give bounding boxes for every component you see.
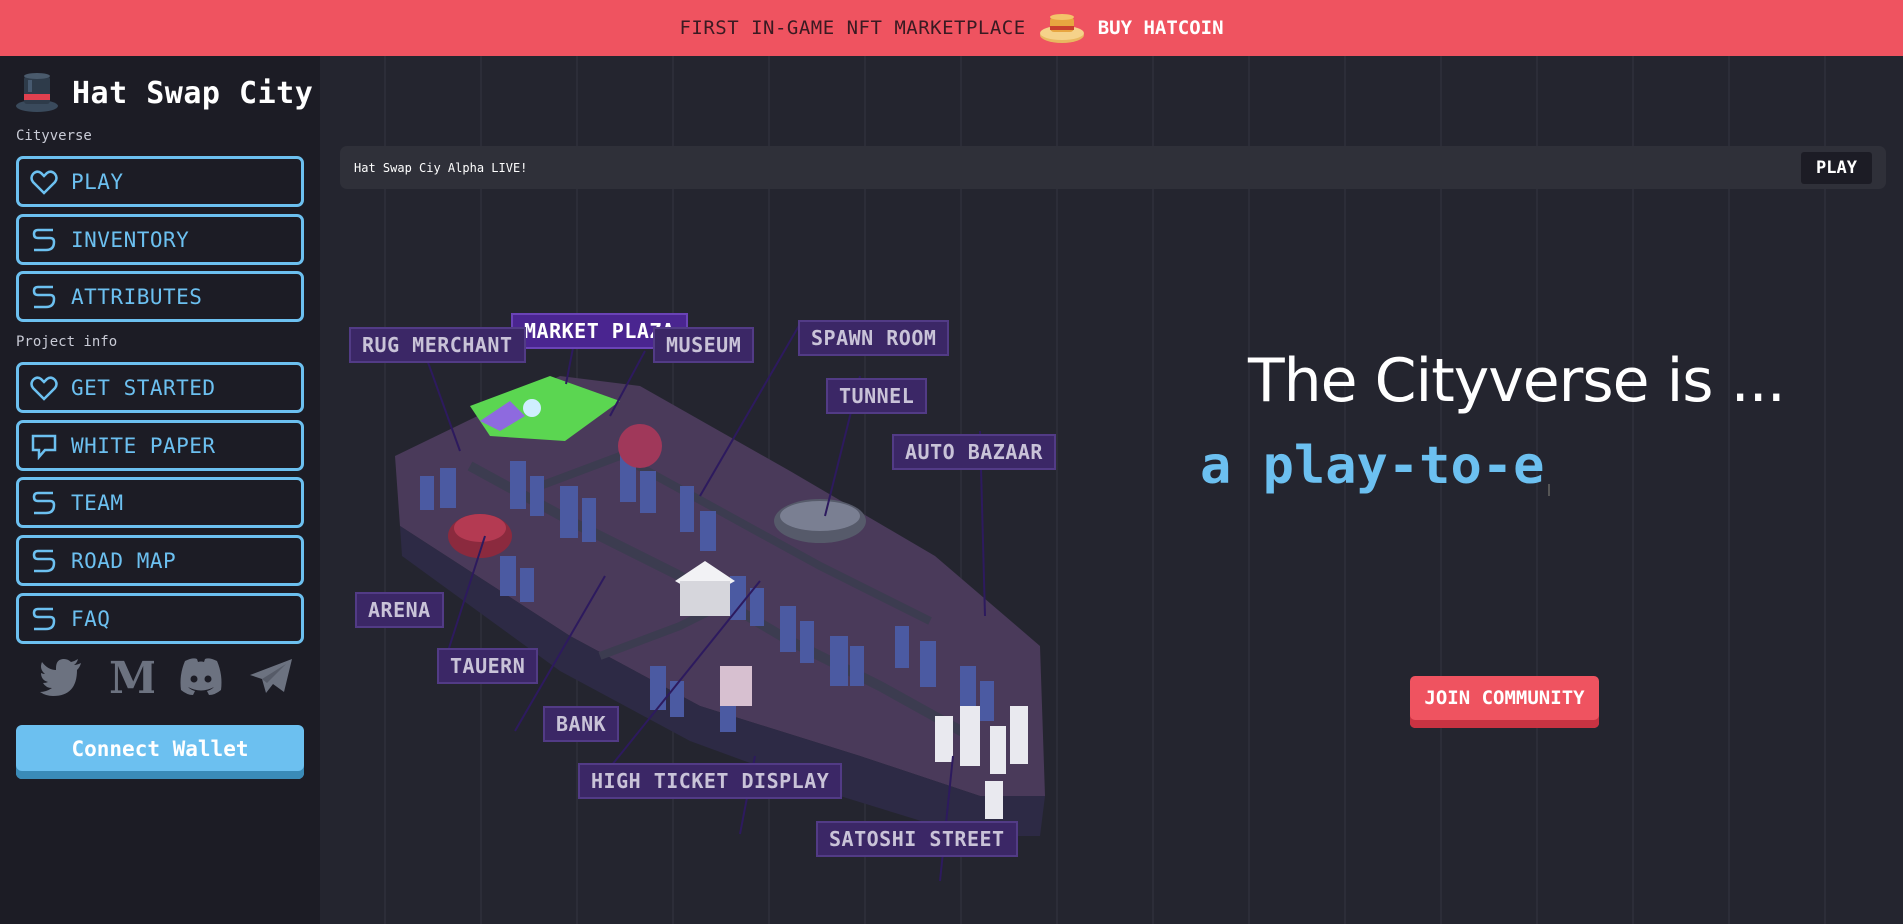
brand[interactable]: Hat Swap City	[14, 68, 313, 118]
heart-icon	[30, 375, 58, 401]
nav-label: ROAD MAP	[71, 548, 177, 573]
hat-coin-icon	[1038, 11, 1086, 45]
map-label-high-ticket-display[interactable]: HIGH TICKET DISPLAY	[578, 763, 843, 799]
chat-bubble-icon	[31, 434, 57, 460]
nav-attributes[interactable]: ATTRIBUTES	[16, 271, 304, 322]
map-label-tauern[interactable]: TAUERN	[437, 648, 539, 684]
top-hat-icon	[14, 68, 60, 118]
heart-icon	[30, 169, 58, 195]
hero-typed-value: a play-to-e	[1200, 436, 1545, 496]
svg-text:M: M	[109, 657, 154, 697]
announcement-text: Hat Swap Ciy Alpha LIVE!	[354, 160, 528, 175]
hero-title: The Cityverse is ...	[1248, 346, 1786, 416]
twitter-icon[interactable]	[38, 654, 84, 700]
nav-label: TEAM	[71, 490, 124, 515]
medium-icon[interactable]: M	[108, 654, 154, 700]
connect-wallet-button[interactable]: Connect Wallet	[16, 725, 304, 779]
discord-icon[interactable]	[178, 654, 224, 700]
nav-road-map[interactable]: ROAD MAP	[16, 535, 304, 586]
top-banner: FIRST IN-GAME NFT MARKETPLACE BUY HATCOI…	[0, 0, 1903, 56]
section-label-project-info: Project info	[16, 334, 118, 350]
swirl-icon	[32, 228, 56, 251]
hero-typed-text: a play-to-e	[1200, 436, 1551, 496]
nav-inventory[interactable]: INVENTORY	[16, 214, 304, 265]
swirl-icon	[32, 607, 56, 630]
social-links: M	[38, 654, 294, 700]
buy-hatcoin-link[interactable]: BUY HATCOIN	[1098, 17, 1224, 39]
typing-cursor	[1548, 484, 1551, 496]
nav-white-paper[interactable]: WHITE PAPER	[16, 420, 304, 471]
sidebar: Hat Swap City Cityverse PLAY INVENTORY A…	[0, 56, 320, 924]
map-label-tunnel[interactable]: TUNNEL	[826, 378, 928, 414]
nav-label: WHITE PAPER	[71, 433, 216, 458]
map-label-auto-bazaar[interactable]: AUTO BAZAAR	[892, 434, 1056, 470]
nav-label: PLAY	[71, 169, 124, 194]
nav-label: ATTRIBUTES	[71, 284, 203, 309]
city-map: MARKET PLAZA RUG MERCHANT MUSEUM SPAWN R…	[320, 236, 1120, 924]
map-label-rug-merchant[interactable]: RUG MERCHANT	[349, 327, 526, 363]
nav-label: GET STARTED	[71, 375, 216, 400]
nav-label: INVENTORY	[71, 227, 190, 252]
telegram-icon[interactable]	[248, 654, 294, 700]
brand-title: Hat Swap City	[72, 75, 314, 111]
map-label-spawn-room[interactable]: SPAWN ROOM	[798, 320, 950, 356]
map-label-museum[interactable]: MUSEUM	[653, 327, 755, 363]
nav-faq[interactable]: FAQ	[16, 593, 304, 644]
announcement-play-button[interactable]: PLAY	[1801, 151, 1872, 184]
announcement-bar: Hat Swap Ciy Alpha LIVE! PLAY	[340, 146, 1886, 189]
swirl-icon	[32, 285, 56, 308]
nav-get-started[interactable]: GET STARTED	[16, 362, 304, 413]
nav-team[interactable]: TEAM	[16, 477, 304, 528]
swirl-icon	[32, 549, 56, 572]
map-label-satoshi-street[interactable]: SATOSHI STREET	[816, 821, 1018, 857]
map-label-arena[interactable]: ARENA	[355, 592, 444, 628]
join-community-button[interactable]: JOIN COMMUNITY	[1410, 676, 1599, 728]
banner-text: FIRST IN-GAME NFT MARKETPLACE	[679, 17, 1026, 39]
swirl-icon	[32, 491, 56, 514]
nav-label: FAQ	[71, 606, 111, 631]
map-label-bank[interactable]: BANK	[543, 706, 620, 742]
section-label-cityverse: Cityverse	[16, 128, 92, 144]
nav-play[interactable]: PLAY	[16, 156, 304, 207]
main-content: Hat Swap Ciy Alpha LIVE! PLAY MARKET PLA…	[320, 56, 1903, 924]
